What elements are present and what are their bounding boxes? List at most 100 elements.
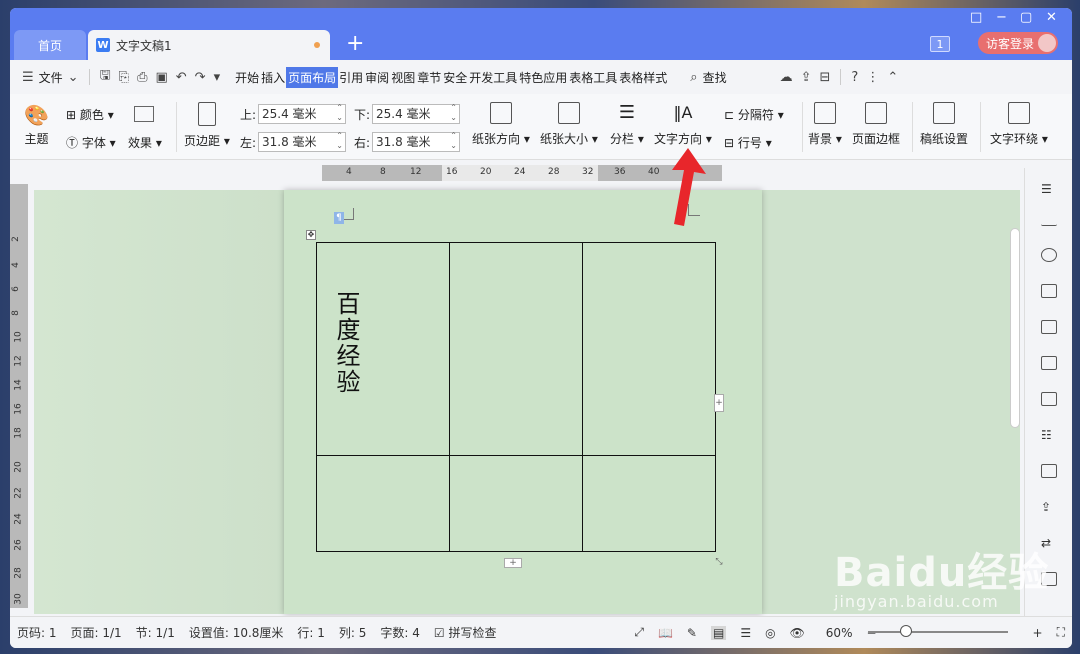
hamburger-icon[interactable]: ☰ <box>22 70 34 85</box>
share-icon[interactable]: ⇪ <box>1041 500 1057 514</box>
fullscreen-icon[interactable]: ⤢ <box>634 625 644 640</box>
top-margin-input[interactable]: 25.4 毫米 <box>258 103 346 124</box>
eye-protection-icon[interactable]: 👁 <box>790 626 805 640</box>
effect-swatch[interactable] <box>134 106 154 125</box>
menu-table-tools[interactable]: 表格工具 <box>568 69 618 86</box>
outline-view-icon[interactable]: ☰ <box>740 626 751 640</box>
line-number-button[interactable]: ⊟ 行号 ▾ <box>724 134 772 151</box>
background-button[interactable]: 背景 ▾ <box>808 102 842 147</box>
manuscript-button[interactable]: 稿纸设置 <box>920 102 968 147</box>
add-column-button[interactable]: + <box>714 394 724 412</box>
window-count-badge[interactable]: 1 <box>930 36 950 52</box>
read-mode-icon[interactable]: 📖 <box>658 626 673 640</box>
shape-icon[interactable] <box>1041 248 1057 262</box>
status-row[interactable]: 行: 1 <box>297 624 325 641</box>
horizontal-ruler[interactable]: 4 8 12 16 20 24 28 32 36 40 <box>322 165 722 181</box>
vertical-ruler[interactable]: 2 4 6 8 10 12 14 16 18 20 22 24 26 28 30 <box>10 184 28 608</box>
status-section[interactable]: 节: 1/1 <box>136 624 175 641</box>
format-painter-icon[interactable]: ⎘ <box>119 70 129 85</box>
more-icon[interactable]: ⊟ <box>820 70 831 85</box>
fit-page-icon[interactable]: ⛶ <box>1057 625 1065 640</box>
menu-developer[interactable]: 开发工具 <box>468 69 518 86</box>
vertical-cell-text[interactable]: 百度经验 <box>329 291 364 395</box>
menu-review[interactable]: 审阅 <box>364 69 390 86</box>
document-page[interactable]: ¶ ✥ 百度经验 + + ⤡ <box>284 190 762 614</box>
menu-section[interactable]: 章节 <box>416 69 442 86</box>
table-cell[interactable]: 百度经验 <box>316 242 450 456</box>
zoom-level[interactable]: 60% <box>826 626 853 640</box>
grid-icon[interactable] <box>1041 356 1057 370</box>
guest-login-button[interactable]: 访客登录 <box>978 32 1058 54</box>
right-margin-input[interactable]: 31.8 毫米 <box>372 131 460 152</box>
menu-security[interactable]: 安全 <box>442 69 468 86</box>
collapse-icon[interactable]: ☰ <box>1041 182 1057 196</box>
restore-icon[interactable]: □ <box>970 10 982 25</box>
status-setting[interactable]: 设置值: 10.8厘米 <box>189 624 284 641</box>
table-cell[interactable] <box>449 455 583 552</box>
vertical-scrollbar[interactable] <box>1010 228 1020 428</box>
minimize-button[interactable]: − <box>996 10 1007 25</box>
menu-page-layout[interactable]: 页面布局 <box>286 66 339 88</box>
table-cell[interactable] <box>582 242 716 456</box>
close-button[interactable]: ✕ <box>1046 10 1057 25</box>
cloud-icon[interactable]: ☁ <box>780 70 793 85</box>
spell-check-button[interactable]: ☑ 拼写检查 <box>434 624 497 641</box>
menu-features[interactable]: 特色应用 <box>518 69 568 86</box>
menu-search[interactable]: 查找 <box>702 69 728 86</box>
font-button[interactable]: Ⓣ 字体 ▾ <box>66 134 116 151</box>
edit-mode-icon[interactable]: ✎ <box>687 626 697 640</box>
separator-button[interactable]: ⊏ 分隔符 ▾ <box>724 106 784 123</box>
tab-document[interactable]: W 文字文稿1 <box>88 30 330 60</box>
page-border-button[interactable]: 页面边框 <box>852 102 900 147</box>
menu-file[interactable]: 文件 <box>38 69 64 86</box>
document-table[interactable]: 百度经验 <box>316 242 716 552</box>
effect-button[interactable]: 效果 ▾ <box>128 134 162 151</box>
text-wrap-button[interactable]: 文字环绕 ▾ <box>990 102 1048 147</box>
left-margin-input[interactable]: 31.8 毫米 <box>258 131 346 152</box>
style-icon[interactable] <box>1041 284 1057 298</box>
new-tab-button[interactable]: + <box>346 32 364 56</box>
zoom-slider[interactable] <box>868 631 1008 633</box>
paper-size-button[interactable]: 纸张大小 ▾ <box>540 102 598 147</box>
theme-button[interactable]: 🎨 主题 <box>24 104 49 147</box>
status-pages[interactable]: 页面: 1/1 <box>71 624 122 641</box>
menu-references[interactable]: 引用 <box>338 69 364 86</box>
print-preview-icon[interactable]: ▣ <box>155 70 167 85</box>
table-cell[interactable] <box>582 455 716 552</box>
web-view-icon[interactable]: ◎ <box>765 626 775 640</box>
menu-table-style[interactable]: 表格样式 <box>618 69 668 86</box>
bottom-margin-input[interactable]: 25.4 毫米 <box>372 103 460 124</box>
share-icon[interactable]: ⇪ <box>801 70 812 85</box>
columns-button[interactable]: ☰ 分栏 ▾ <box>610 102 644 147</box>
redo-icon[interactable]: ↷ <box>195 70 206 85</box>
chart-icon[interactable] <box>1041 392 1057 406</box>
settings-icon[interactable]: ☷ <box>1041 428 1057 442</box>
pen-icon[interactable] <box>1041 212 1057 226</box>
page-view-icon[interactable]: ▤ <box>710 625 727 640</box>
zoom-slider-handle[interactable] <box>900 625 912 637</box>
search-icon[interactable]: ⌕ <box>690 70 697 85</box>
orientation-button[interactable]: 纸张方向 ▾ <box>472 102 530 147</box>
collapse-ribbon-icon[interactable]: ⌃ <box>887 70 898 85</box>
chevron-down-icon[interactable]: ⌄ <box>68 70 79 85</box>
table-cell[interactable] <box>449 242 583 456</box>
menu-start[interactable]: 开始 <box>234 69 260 86</box>
kebab-icon[interactable]: ⋮ <box>866 70 879 85</box>
image-icon[interactable] <box>1041 464 1057 478</box>
menu-view[interactable]: 视图 <box>390 69 416 86</box>
maximize-button[interactable]: ▢ <box>1020 10 1032 25</box>
undo-icon[interactable]: ↶ <box>176 70 187 85</box>
menu-insert[interactable]: 插入 <box>260 69 286 86</box>
resize-table-icon[interactable]: ⤡ <box>714 558 724 568</box>
save-icon[interactable]: 🖫 <box>100 66 111 88</box>
table-icon[interactable] <box>1041 320 1057 334</box>
margin-button[interactable]: 页边距 ▾ <box>184 102 230 149</box>
print-icon[interactable]: ⎙ <box>137 70 147 85</box>
status-word-count[interactable]: 字数: 4 <box>380 624 420 641</box>
tab-home[interactable]: 首页 <box>14 30 86 60</box>
help-icon[interactable]: ? <box>851 70 858 85</box>
zoom-in-button[interactable]: + <box>1033 626 1043 640</box>
text-direction-button[interactable]: ‖A 文字方向 ▾ <box>654 102 712 147</box>
color-button[interactable]: ⊞ 颜色 ▾ <box>66 106 114 123</box>
table-move-handle[interactable]: ✥ <box>306 230 316 240</box>
